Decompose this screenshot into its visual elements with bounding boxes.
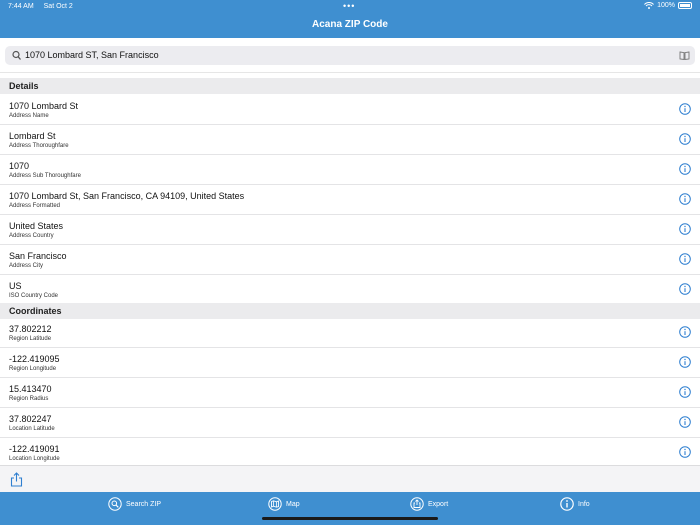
multitasking-dots[interactable]: •••	[343, 1, 355, 11]
row-value: 1070 Lombard St	[9, 101, 79, 111]
detail-row-address-formatted[interactable]: 1070 Lombard St, San Francisco, CA 94109…	[0, 185, 700, 215]
coordinate-row-region-longitude[interactable]: -122.419095 Region Longitude	[0, 348, 700, 378]
row-label: Location Longitude	[9, 456, 60, 462]
row-value: US	[9, 281, 22, 291]
detail-row-address-thoroughfare[interactable]: Lombard St Address Thoroughfare	[0, 125, 700, 155]
detail-row-address-country[interactable]: United States Address Country	[0, 215, 700, 245]
info-icon[interactable]	[679, 283, 691, 295]
info-icon[interactable]	[679, 133, 691, 145]
detail-row-address-city[interactable]: San Francisco Address City	[0, 245, 700, 275]
bottom-toolbar	[0, 465, 700, 492]
map-icon	[268, 497, 282, 511]
row-value: Lombard St	[9, 131, 56, 141]
row-label: Address City	[9, 263, 44, 269]
tab-export[interactable]: Export	[410, 496, 448, 512]
tab-bar: Search ZIP Map Export Info	[0, 492, 700, 525]
row-value: 15.413470	[9, 384, 52, 394]
info-icon[interactable]	[679, 446, 691, 458]
row-value: 37.802212	[9, 324, 52, 334]
status-time: 7:44 AM	[8, 3, 34, 10]
row-label: Address Sub Thoroughfare	[9, 173, 81, 179]
navigation-bar: 7:44 AM Sat Oct 2 ••• 100% Acana ZIP Cod…	[0, 0, 700, 38]
row-value: -122.419095	[9, 354, 60, 364]
coordinate-row-location-latitude[interactable]: 37.802247 Location Latitude	[0, 408, 700, 438]
info-icon[interactable]	[679, 103, 691, 115]
tab-label: Export	[428, 500, 449, 508]
info-icon[interactable]	[679, 253, 691, 265]
status-bar-right: 100%	[644, 2, 692, 9]
row-label: Region Radius	[9, 396, 49, 402]
coordinate-row-location-longitude[interactable]: -122.419091 Location Longitude	[0, 438, 700, 468]
row-label: Address Name	[9, 113, 49, 119]
tab-label: Search ZIP	[126, 500, 162, 508]
home-indicator[interactable]	[262, 517, 438, 520]
info-icon[interactable]	[679, 386, 691, 398]
battery-percent: 100%	[657, 2, 675, 9]
row-label: Region Longitude	[9, 366, 57, 372]
tab-label: Info	[578, 500, 590, 508]
export-icon	[410, 497, 424, 511]
book-icon[interactable]	[679, 50, 690, 61]
tab-search-zip[interactable]: Search ZIP	[108, 496, 161, 512]
row-label: Address Formatted	[9, 203, 61, 209]
share-icon[interactable]	[10, 472, 23, 487]
row-value: 37.802247	[9, 414, 52, 424]
coordinate-row-region-latitude[interactable]: 37.802212 Region Latitude	[0, 318, 700, 348]
search-area: 1070 Lombard ST, San Francisco	[0, 38, 700, 73]
tab-map[interactable]: Map	[268, 496, 300, 512]
row-label: ISO Country Code	[9, 293, 59, 299]
row-value: United States	[9, 221, 64, 231]
row-label: Region Latitude	[9, 336, 52, 342]
row-value: 1070	[9, 161, 30, 171]
search-icon	[12, 50, 21, 60]
search-input-value[interactable]: 1070 Lombard ST, San Francisco	[25, 50, 159, 60]
row-label: Address Country	[9, 233, 54, 239]
info-icon[interactable]	[679, 163, 691, 175]
info-icon[interactable]	[679, 193, 691, 205]
detail-row-address-name[interactable]: 1070 Lombard St Address Name	[0, 95, 700, 125]
status-bar-left: 7:44 AM Sat Oct 2	[8, 3, 81, 10]
info-icon[interactable]	[679, 356, 691, 368]
section-header-details: Details	[0, 78, 700, 94]
row-label: Address Thoroughfare	[9, 143, 69, 149]
row-label: Location Latitude	[9, 426, 55, 432]
row-value: San Francisco	[9, 251, 67, 261]
row-value: -122.419091	[9, 444, 60, 454]
row-value: 1070 Lombard St, San Francisco, CA 94109…	[9, 191, 245, 201]
battery-icon	[678, 2, 692, 9]
detail-row-address-sub-thoroughfare[interactable]: 1070 Address Sub Thoroughfare	[0, 155, 700, 185]
info-icon[interactable]	[679, 223, 691, 235]
search-input[interactable]: 1070 Lombard ST, San Francisco	[5, 46, 695, 65]
coordinate-row-region-radius[interactable]: 15.413470 Region Radius	[0, 378, 700, 408]
wifi-icon	[644, 2, 654, 9]
magnifier-icon	[108, 497, 122, 511]
detail-row-iso-country-code[interactable]: US ISO Country Code	[0, 275, 700, 305]
info-icon[interactable]	[679, 326, 691, 338]
info-icon[interactable]	[679, 416, 691, 428]
status-date: Sat Oct 2	[43, 3, 73, 10]
tab-label: Map	[286, 500, 300, 508]
section-header-coordinates: Coordinates	[0, 303, 700, 319]
page-title: Acana ZIP Code	[312, 19, 388, 30]
info-icon	[560, 497, 574, 511]
tab-info[interactable]: Info	[560, 496, 590, 512]
